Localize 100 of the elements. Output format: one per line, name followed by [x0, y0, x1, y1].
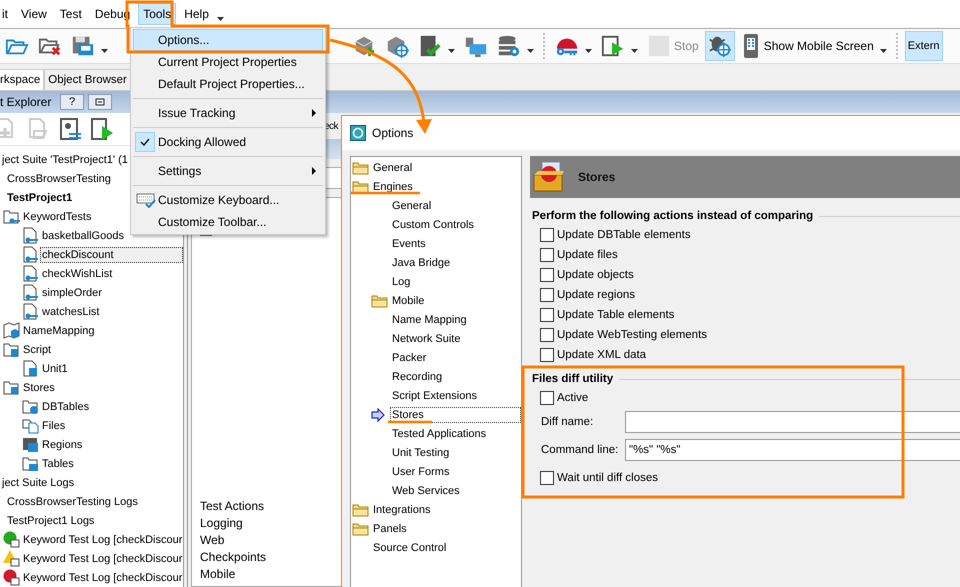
folder-icon	[352, 522, 369, 536]
tree-item[interactable]: simpleOrder	[40, 284, 104, 300]
menu-item[interactable]: Settings	[133, 160, 323, 182]
checked-document-icon[interactable]	[418, 34, 442, 58]
tree-item[interactable]: User Forms	[390, 464, 452, 480]
tree-item[interactable]: TestProject1 Logs	[5, 512, 96, 528]
dropdown-caret-icon[interactable]	[631, 49, 638, 53]
tree-item[interactable]: Name Mapping	[390, 312, 469, 328]
passed-log-icon	[3, 531, 20, 548]
tree-item[interactable]: Recording	[390, 368, 444, 384]
checkbox[interactable]	[540, 288, 554, 302]
map-icon	[3, 322, 20, 339]
tab[interactable]: rkspace	[0, 69, 44, 90]
menu-item[interactable]: Test	[54, 3, 87, 25]
menu-item[interactable]: Customize Toolbar...	[133, 211, 323, 233]
tree-item[interactable]: Web Services	[390, 482, 462, 498]
save-icon[interactable]	[71, 34, 95, 58]
stores-box-icon	[532, 161, 566, 193]
run-list-icon[interactable]	[58, 117, 82, 141]
toolbar-button[interactable]: Extern	[904, 31, 943, 61]
run-icon[interactable]	[90, 117, 114, 141]
menu-item[interactable]: Customize Keyboard...	[133, 189, 323, 211]
dropdown-caret-icon[interactable]	[527, 49, 534, 53]
checkbox[interactable]	[540, 391, 554, 405]
database-gear-icon[interactable]	[497, 34, 521, 58]
tree-item[interactable]: Java Bridge	[390, 254, 452, 270]
toolbar-label[interactable]: Show Mobile Screen	[764, 39, 874, 53]
tree-item[interactable]: Regions	[40, 436, 84, 452]
tree-item[interactable]: General	[390, 198, 434, 214]
tree-item[interactable]: Unit1	[40, 360, 70, 376]
tree-item[interactable]: Source Control	[371, 540, 448, 556]
tree-item[interactable]: Log	[390, 274, 412, 290]
tab[interactable]: Object Browser	[44, 69, 131, 90]
tree-item[interactable]: Unit Testing	[390, 444, 452, 460]
dropdown-caret-icon[interactable]	[880, 49, 887, 53]
tree-item[interactable]: Network Suite	[390, 330, 462, 346]
key-folder-icon	[3, 208, 20, 225]
tree-item[interactable]: KeywordTests	[21, 208, 94, 224]
checkbox[interactable]	[540, 248, 554, 262]
command-line-field[interactable]: "%s" "%s"	[625, 439, 960, 461]
tree-item[interactable]: Script	[21, 342, 54, 358]
dropdown-caret-icon[interactable]	[585, 49, 592, 53]
group-title: Files diff utility	[532, 373, 614, 385]
tree-item[interactable]: Files	[40, 418, 68, 434]
tree-item[interactable]: Events	[390, 236, 428, 252]
checkbox[interactable]	[540, 348, 554, 362]
tree-item[interactable]: Engines	[371, 178, 415, 194]
menu-item[interactable]: Docking Allowed	[133, 131, 323, 153]
menu-item[interactable]: it	[0, 3, 13, 25]
tree-item[interactable]: NameMapping	[21, 322, 97, 338]
menu-item[interactable]: Help	[179, 3, 214, 25]
cube-target-icon[interactable]	[385, 34, 409, 58]
tree-item[interactable]: Stores	[21, 380, 57, 396]
tree-item[interactable]: ject Suite 'TestProject1' (1	[0, 152, 130, 168]
dropdown-caret-icon[interactable]	[101, 49, 108, 53]
tree-item[interactable]: General	[371, 160, 414, 176]
tree-item[interactable]: TestProject1	[5, 190, 74, 206]
tree-item[interactable]: CrossBrowserTesting	[5, 170, 113, 186]
tree-item[interactable]: checkDiscount	[40, 246, 183, 262]
help-button[interactable]: ?	[60, 94, 84, 110]
menu-item[interactable]: View	[16, 3, 52, 25]
menu-item[interactable]: Issue Tracking	[133, 102, 323, 124]
tree-item[interactable]: Panels	[371, 520, 409, 536]
run-document-icon[interactable]	[601, 34, 625, 58]
tree-item[interactable]: watchesList	[40, 304, 102, 320]
tree-item[interactable]: Keyword Test Log [checkDiscour	[21, 550, 183, 566]
menu-item[interactable]: Current Project Properties	[133, 51, 323, 73]
tree-item[interactable]: checkWishList	[40, 266, 114, 282]
key-document-icon	[22, 246, 39, 263]
checkbox[interactable]	[540, 268, 554, 282]
dialog-title: Options	[372, 126, 414, 140]
pin-button[interactable]	[88, 94, 112, 110]
tree-item[interactable]: Tables	[40, 456, 76, 472]
tree-item[interactable]: Tested Applications	[390, 426, 488, 442]
menu-item[interactable]: Options...	[133, 29, 323, 51]
checkbox[interactable]	[540, 308, 554, 322]
tree-item[interactable]: Keyword Test Log [checkDiscour	[21, 532, 183, 548]
checkbox[interactable]	[540, 228, 554, 242]
checkbox-label: Update Table elements	[557, 309, 674, 321]
menu-item[interactable]: Default Project Properties...	[133, 73, 323, 95]
tree-item[interactable]: Integrations	[371, 502, 432, 518]
tree-item[interactable]: DBTables	[40, 398, 92, 414]
tree-item[interactable]: CrossBrowserTesting Logs	[5, 494, 140, 510]
key-document-icon	[22, 265, 39, 282]
tree-item[interactable]: Stores	[390, 406, 521, 422]
checkbox[interactable]	[540, 328, 554, 342]
checkbox[interactable]	[540, 471, 554, 485]
tree-item[interactable]: ject Suite Logs	[0, 474, 76, 490]
tree-item[interactable]: Packer	[390, 350, 428, 366]
tree-item[interactable]: basketballGoods	[40, 228, 126, 244]
tree-item[interactable]: Custom Controls	[390, 216, 476, 232]
dropdown-caret-icon[interactable]	[448, 49, 455, 53]
dropdown-caret-icon[interactable]	[216, 17, 224, 21]
diff-name-field[interactable]	[625, 411, 960, 433]
tree-item[interactable]: Script Extensions	[390, 388, 479, 404]
tree-item[interactable]: Mobile	[390, 292, 426, 308]
tree-item[interactable]: Keyword Test Log [checkDiscour	[21, 570, 183, 586]
script-icon	[22, 360, 39, 377]
submenu-arrow-icon	[312, 167, 316, 175]
field-label: Diff name:	[541, 416, 594, 428]
